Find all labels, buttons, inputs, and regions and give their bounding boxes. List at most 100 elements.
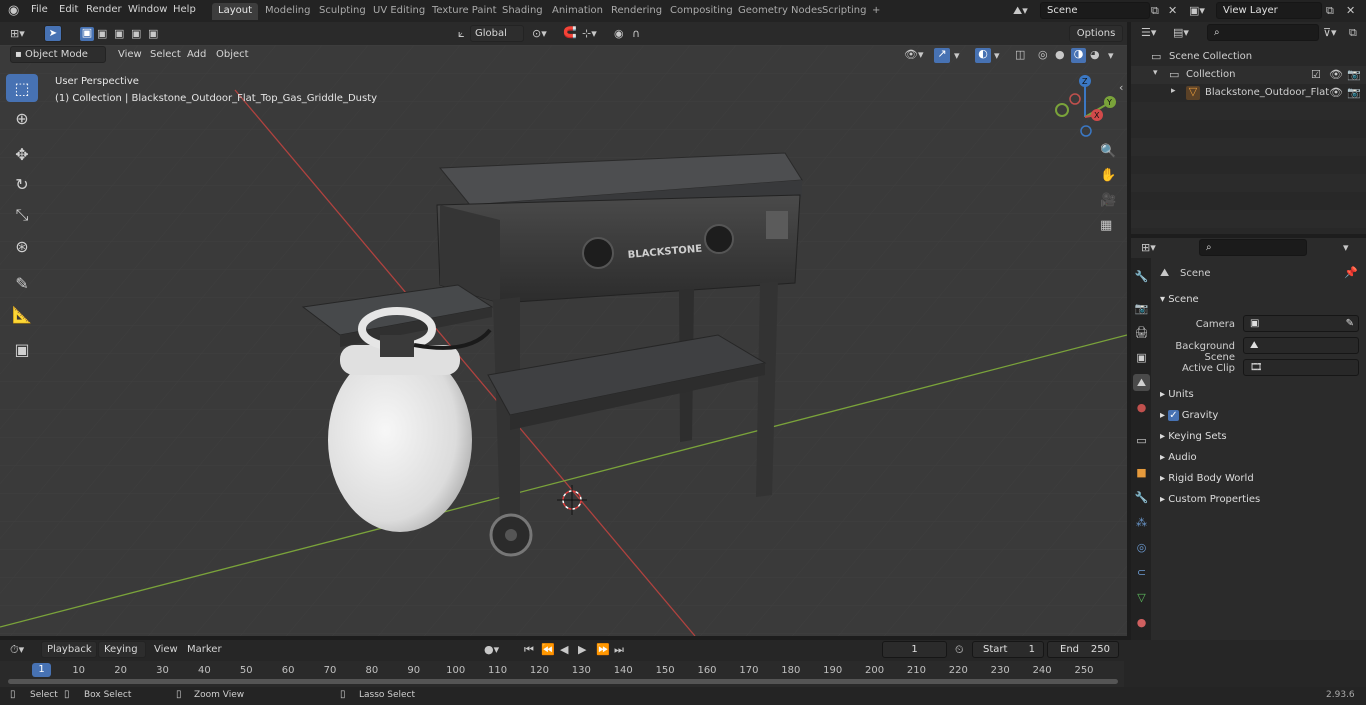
select-extend-icon[interactable]: ▣ xyxy=(97,28,107,39)
solid-shading-icon[interactable]: ● xyxy=(1055,49,1065,60)
prev-keyframe-icon[interactable]: ⏪ xyxy=(541,644,555,655)
pan-hand-icon[interactable]: ✋ xyxy=(1100,169,1116,182)
delete-scene-icon[interactable]: ✕ xyxy=(1168,5,1177,16)
tab-scripting[interactable]: Scripting xyxy=(816,3,872,20)
view-layer-field[interactable]: View Layer xyxy=(1216,2,1322,19)
data-tab-icon[interactable]: ▽ xyxy=(1133,589,1150,606)
keying-sets-section[interactable]: ▸ Keying Sets xyxy=(1160,431,1227,442)
mode-dropdown[interactable]: ▪ Object Mode xyxy=(10,46,106,63)
select-intersect-icon[interactable]: ▣ xyxy=(148,28,158,39)
tab-compositing[interactable]: Compositing xyxy=(664,3,739,20)
add-cube-tool[interactable]: ▣ xyxy=(6,335,38,363)
visibility-eye-icon[interactable]: 👁 xyxy=(1329,69,1343,80)
tab-rendering[interactable]: Rendering xyxy=(605,3,668,20)
proportional-falloff-icon[interactable]: ∩ xyxy=(632,28,640,39)
gizmo-dropdown-icon[interactable]: ▾ xyxy=(954,50,960,61)
new-view-layer-icon[interactable]: ⧉ xyxy=(1326,5,1334,16)
keying-dropdown[interactable]: Keying xyxy=(98,641,146,658)
world-tab-icon[interactable]: ● xyxy=(1133,399,1150,416)
viewport-menu-select[interactable]: Select xyxy=(150,49,181,60)
sidebar-toggle-icon[interactable]: ‹ xyxy=(1119,82,1123,93)
xray-toggle-icon[interactable]: ◫ xyxy=(1015,49,1025,60)
scale-tool[interactable]: ⤡ xyxy=(6,201,38,229)
outliner-row-collection[interactable]: ▾ ▭ Collection ☑ 👁 📷 xyxy=(1131,66,1366,84)
end-frame-field[interactable]: End 250 xyxy=(1047,641,1119,658)
gravity-section[interactable]: ▸ ✓ Gravity xyxy=(1160,410,1218,421)
view-layer-selector-icon[interactable]: ▣▾ xyxy=(1189,5,1205,16)
outliner-editor-icon[interactable]: ☰▾ xyxy=(1141,27,1156,38)
eyedropper-icon[interactable]: ✎ xyxy=(1346,318,1354,329)
menu-edit[interactable]: Edit xyxy=(59,4,78,15)
viewport-menu-view[interactable]: View xyxy=(118,49,142,60)
camera-view-icon[interactable]: 🎥 xyxy=(1100,194,1116,207)
zoom-icon[interactable]: 🔍 xyxy=(1100,145,1116,158)
perspective-grid-icon[interactable]: ▦ xyxy=(1100,219,1112,232)
cursor-tool[interactable]: ⊕ xyxy=(6,104,38,132)
camera-field[interactable]: ▣ ✎ xyxy=(1243,315,1359,332)
custom-properties-section[interactable]: ▸ Custom Properties xyxy=(1160,494,1260,505)
units-section[interactable]: ▸ Units xyxy=(1160,389,1194,400)
tab-texture-paint[interactable]: Texture Paint xyxy=(426,3,503,20)
expand-arrow-icon[interactable]: ▾ xyxy=(1153,69,1158,78)
annotate-tool[interactable]: ✎ xyxy=(6,269,38,297)
collection-tab-icon[interactable]: ▭ xyxy=(1133,432,1150,449)
transform-tool[interactable]: ⊛ xyxy=(6,232,38,260)
active-clip-field[interactable]: 🎞 xyxy=(1243,359,1359,376)
select-box-tool[interactable]: ⬚ xyxy=(6,74,38,102)
blender-logo-icon[interactable]: ◉ xyxy=(8,4,19,17)
rigid-body-world-section[interactable]: ▸ Rigid Body World xyxy=(1160,473,1254,484)
properties-search[interactable]: ⌕ xyxy=(1199,239,1307,256)
exclude-checkbox-icon[interactable]: ☑ xyxy=(1311,69,1321,80)
wireframe-shading-icon[interactable]: ◎ xyxy=(1038,49,1048,60)
select-new-icon[interactable]: ▣ xyxy=(80,27,94,41)
current-frame-field[interactable]: 1 xyxy=(882,641,947,658)
tool-tab-icon[interactable]: 🔧 xyxy=(1133,268,1150,285)
proportional-edit-icon[interactable]: ◉ xyxy=(614,28,624,39)
scene-name-field[interactable]: Scene xyxy=(1040,2,1150,19)
options-dropdown[interactable]: Options xyxy=(1069,25,1123,42)
orientation-dropdown[interactable]: Global xyxy=(470,25,524,42)
modifier-tab-icon[interactable]: 🔧 xyxy=(1133,489,1150,506)
viewport-menu-add[interactable]: Add xyxy=(187,49,206,60)
tab-modeling[interactable]: Modeling xyxy=(259,3,317,20)
move-tool[interactable]: ✥ xyxy=(6,140,38,168)
display-mode-icon[interactable]: ▤▾ xyxy=(1173,27,1189,38)
gizmo-toggle-icon[interactable]: ↗ xyxy=(934,48,950,63)
play-reverse-icon[interactable]: ◀ xyxy=(560,644,568,655)
scene-selector-icon[interactable]: ⛰▾ xyxy=(1013,5,1028,16)
shading-dropdown-icon[interactable]: ▾ xyxy=(1108,50,1114,61)
pivot-point-icon[interactable]: ⊙▾ xyxy=(532,28,547,39)
stopwatch-icon[interactable]: ⏲ xyxy=(955,644,964,655)
record-keyframe-icon[interactable]: ●▾ xyxy=(484,644,499,655)
rendered-shading-icon[interactable]: ◕ xyxy=(1090,49,1100,60)
timeline-editor-icon[interactable]: ⏱▾ xyxy=(10,644,24,655)
menu-help[interactable]: Help xyxy=(173,4,196,15)
render-tab-icon[interactable]: 📷 xyxy=(1133,300,1150,317)
particles-tab-icon[interactable]: ⁂ xyxy=(1133,514,1150,531)
add-workspace-button[interactable]: + xyxy=(866,3,886,20)
object-tab-icon[interactable]: ■ xyxy=(1133,464,1150,481)
scene-panel-header[interactable]: ▾ Scene xyxy=(1160,294,1199,305)
viewport-menu-object[interactable]: Object xyxy=(216,49,249,60)
tab-layout[interactable]: Layout xyxy=(212,3,258,20)
delete-view-layer-icon[interactable]: ✕ xyxy=(1346,5,1355,16)
gravity-checkbox-icon[interactable]: ✓ xyxy=(1168,410,1179,421)
rotate-tool[interactable]: ↻ xyxy=(6,170,38,198)
start-frame-field[interactable]: Start 1 xyxy=(972,641,1044,658)
audio-section[interactable]: ▸ Audio xyxy=(1160,452,1197,463)
material-preview-icon[interactable]: ◑ xyxy=(1071,48,1086,63)
material-tab-icon[interactable]: ● xyxy=(1133,614,1150,631)
timeline-menu-view[interactable]: View xyxy=(154,644,178,655)
menu-window[interactable]: Window xyxy=(128,4,167,15)
overlays-dropdown-icon[interactable]: ▾ xyxy=(994,50,1000,61)
output-tab-icon[interactable]: 🖨 xyxy=(1133,324,1150,341)
properties-editor-icon[interactable]: ⊞▾ xyxy=(1141,242,1156,253)
filter-icon[interactable]: ⊽▾ xyxy=(1323,27,1337,38)
render-camera-icon[interactable]: 📷 xyxy=(1347,69,1361,80)
playback-dropdown[interactable]: Playback xyxy=(41,641,97,658)
jump-start-icon[interactable]: ⏮ xyxy=(524,644,534,655)
visibility-filter-icon[interactable]: 👁▾ xyxy=(904,49,924,60)
next-keyframe-icon[interactable]: ⏩ xyxy=(596,644,610,655)
select-subtract-icon[interactable]: ▣ xyxy=(114,28,124,39)
tab-uv-editing[interactable]: UV Editing xyxy=(367,3,431,20)
